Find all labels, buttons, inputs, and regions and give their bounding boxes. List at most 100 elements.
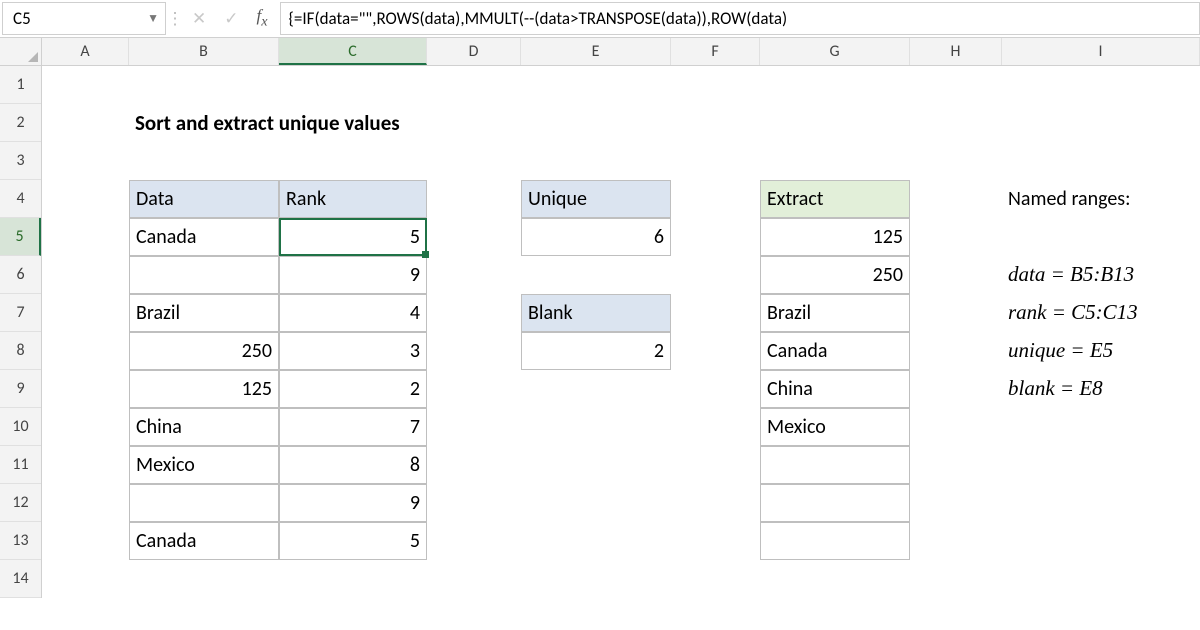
cell[interactable]: [427, 560, 521, 598]
cell[interactable]: [910, 484, 1002, 522]
cell[interactable]: [671, 256, 760, 294]
cell[interactable]: [42, 218, 129, 256]
cell-rank[interactable]: 7: [279, 408, 427, 446]
col-header-C[interactable]: C: [279, 38, 427, 65]
cell[interactable]: [910, 560, 1002, 598]
cell[interactable]: [42, 560, 129, 598]
cell[interactable]: [42, 522, 129, 560]
cell[interactable]: [427, 408, 521, 446]
col-header-E[interactable]: E: [521, 38, 671, 65]
cell[interactable]: [760, 142, 910, 180]
row-header-11[interactable]: 11: [0, 446, 41, 484]
cell[interactable]: [427, 66, 521, 104]
row-header-3[interactable]: 3: [0, 142, 41, 180]
cell[interactable]: [42, 408, 129, 446]
row-header-8[interactable]: 8: [0, 332, 41, 370]
cell[interactable]: [42, 484, 129, 522]
row-header-13[interactable]: 13: [0, 522, 41, 560]
cell-unique[interactable]: 6: [521, 218, 671, 256]
cell-blank[interactable]: 2: [521, 332, 671, 370]
row-header-10[interactable]: 10: [0, 408, 41, 446]
cell[interactable]: [671, 66, 760, 104]
cell-data[interactable]: 125: [129, 370, 279, 408]
cell-data[interactable]: China: [129, 408, 279, 446]
cell-extract[interactable]: 125: [760, 218, 910, 256]
cell-rank[interactable]: 9: [279, 256, 427, 294]
cell-data[interactable]: Brazil: [129, 294, 279, 332]
header-rank[interactable]: Rank: [279, 180, 427, 218]
cell[interactable]: [1002, 104, 1200, 142]
cell-rank[interactable]: 8: [279, 446, 427, 484]
row-header-6[interactable]: 6: [0, 256, 41, 294]
cell[interactable]: [427, 180, 521, 218]
cell[interactable]: [1002, 142, 1200, 180]
cell[interactable]: [521, 256, 671, 294]
cell[interactable]: [427, 446, 521, 484]
cell[interactable]: [1002, 560, 1200, 598]
cell[interactable]: [42, 332, 129, 370]
cell[interactable]: [521, 522, 671, 560]
cell[interactable]: [129, 142, 279, 180]
cell-data[interactable]: Canada: [129, 218, 279, 256]
cell[interactable]: [521, 370, 671, 408]
cell[interactable]: [910, 522, 1002, 560]
cell[interactable]: [671, 560, 760, 598]
cell-extract[interactable]: Canada: [760, 332, 910, 370]
cell[interactable]: [1002, 66, 1200, 104]
cell-rank[interactable]: 9: [279, 484, 427, 522]
cell-data[interactable]: Mexico: [129, 446, 279, 484]
cell[interactable]: [427, 104, 521, 142]
cell[interactable]: [671, 294, 760, 332]
cell[interactable]: [42, 294, 129, 332]
cell[interactable]: [427, 370, 521, 408]
row-header-14[interactable]: 14: [0, 560, 41, 598]
cell[interactable]: [910, 408, 1002, 446]
col-header-I[interactable]: I: [1002, 38, 1200, 65]
cell-extract[interactable]: Mexico: [760, 408, 910, 446]
row-header-1[interactable]: 1: [0, 66, 41, 104]
cell[interactable]: [427, 522, 521, 560]
cell[interactable]: [427, 484, 521, 522]
cell[interactable]: [279, 66, 427, 104]
cell[interactable]: [671, 370, 760, 408]
cell[interactable]: [42, 104, 129, 142]
cell-rank[interactable]: 5: [279, 522, 427, 560]
cell-data[interactable]: 250: [129, 332, 279, 370]
col-header-D[interactable]: D: [427, 38, 521, 65]
cell[interactable]: [279, 560, 427, 598]
cell[interactable]: [671, 104, 760, 142]
header-blank[interactable]: Blank: [521, 294, 671, 332]
row-header-9[interactable]: 9: [0, 370, 41, 408]
cell[interactable]: [910, 104, 1002, 142]
cell[interactable]: [671, 218, 760, 256]
page-title[interactable]: Sort and extract unique values: [129, 104, 279, 142]
col-header-A[interactable]: A: [42, 38, 129, 65]
cell[interactable]: [671, 142, 760, 180]
name-box[interactable]: C5 ▼: [2, 2, 166, 35]
cell[interactable]: [760, 104, 910, 142]
cell-extract[interactable]: Brazil: [760, 294, 910, 332]
cell[interactable]: [760, 560, 910, 598]
cell[interactable]: [760, 66, 910, 104]
cell[interactable]: [910, 180, 1002, 218]
cell-rank[interactable]: 5: [279, 218, 427, 256]
cell[interactable]: [671, 446, 760, 484]
cell[interactable]: [1002, 484, 1200, 522]
cell[interactable]: [910, 370, 1002, 408]
row-header-4[interactable]: 4: [0, 180, 41, 218]
note-line[interactable]: rank = C5:C13: [1002, 294, 1200, 332]
cell[interactable]: [279, 104, 427, 142]
cell[interactable]: [1002, 522, 1200, 560]
cell[interactable]: [427, 218, 521, 256]
cell[interactable]: [427, 142, 521, 180]
cells-area[interactable]: Sort and extract unique values: [42, 66, 1200, 598]
formula-input[interactable]: {=IF(data="",ROWS(data),MMULT(--(data>TR…: [280, 2, 1200, 35]
note-line[interactable]: unique = E5: [1002, 332, 1200, 370]
cell-extract[interactable]: China: [760, 370, 910, 408]
cell[interactable]: [42, 370, 129, 408]
cell[interactable]: [910, 218, 1002, 256]
cell[interactable]: [671, 522, 760, 560]
cell[interactable]: [910, 142, 1002, 180]
cell-extract[interactable]: [760, 522, 910, 560]
cell[interactable]: [1002, 446, 1200, 484]
